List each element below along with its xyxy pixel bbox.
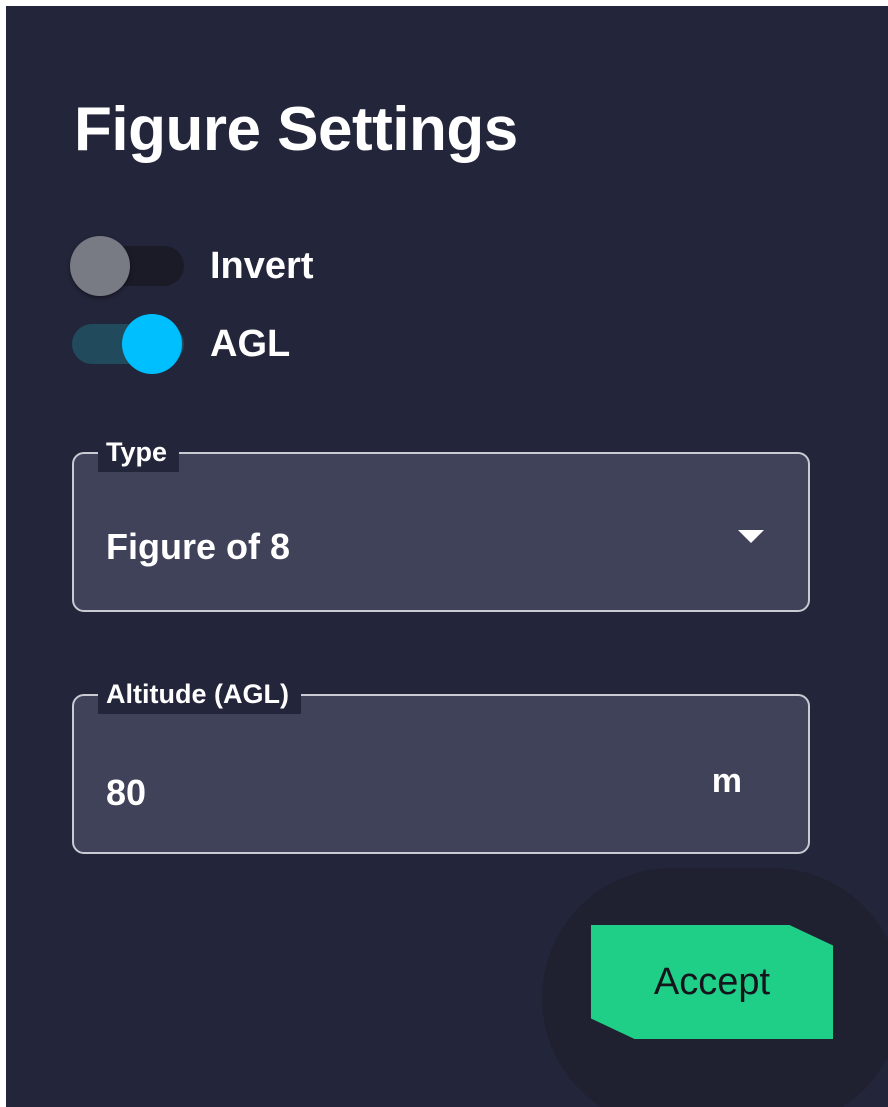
accept-button[interactable]: Accept [591,925,833,1039]
agl-toggle[interactable] [70,312,188,376]
agl-toggle-knob [122,314,182,374]
altitude-unit: m [711,762,742,800]
chevron-down-icon[interactable] [738,530,764,543]
altitude-field[interactable]: Altitude (AGL) 80 m [72,674,810,854]
figure-settings-panel: Figure Settings Invert AGL Type Figure o… [6,6,888,1107]
invert-toggle-knob [70,236,130,296]
agl-toggle-label: AGL [210,322,291,365]
altitude-field-label: Altitude (AGL) [98,674,301,714]
type-select[interactable]: Type Figure of 8 [72,432,810,612]
altitude-input-value[interactable]: 80 [106,772,146,814]
invert-toggle-label: Invert [210,244,314,287]
dialog-title: Figure Settings [74,95,518,164]
type-select-label: Type [98,432,180,472]
invert-toggle-row: Invert [70,234,313,298]
type-select-value: Figure of 8 [106,526,291,567]
invert-toggle[interactable] [70,234,188,298]
agl-toggle-row: AGL [70,312,290,376]
